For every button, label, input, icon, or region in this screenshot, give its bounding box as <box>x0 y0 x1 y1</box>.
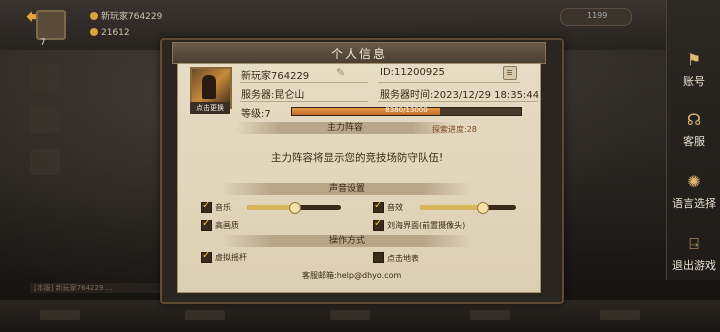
language-icon: ✺ <box>687 172 701 191</box>
divider <box>240 82 368 83</box>
sfx-slider[interactable] <box>420 202 516 214</box>
bottom-tab[interactable] <box>185 310 225 320</box>
music-slider-knob[interactable] <box>289 202 301 214</box>
player-id: ID:11200925 <box>380 67 445 78</box>
player-name: 新玩家764229 <box>241 71 310 82</box>
top-coins: 21612 <box>90 28 130 38</box>
bottom-tab[interactable] <box>470 310 510 320</box>
server-name: 服务器:昆仑山 <box>241 90 305 101</box>
edit-name-icon[interactable]: ✎ <box>336 66 354 79</box>
coin-icon <box>90 28 98 36</box>
account-button[interactable]: ⚑ 账号 <box>667 50 720 89</box>
customer-service-button[interactable]: ☊ 客服 <box>667 110 720 149</box>
divider <box>378 82 520 83</box>
xp-bar: 8380/13000 <box>291 106 522 116</box>
sfx-slider-fill <box>420 205 483 210</box>
bottom-tab[interactable] <box>600 310 640 320</box>
left-menu-item[interactable] <box>30 65 60 91</box>
lineup-message: 主力阵容将显示您的竞技场防守队伍! <box>271 152 444 164</box>
joystick-label: 虚拟摇杆 <box>215 253 247 262</box>
left-menu-item[interactable] <box>30 149 60 175</box>
dialog-title: 个人信息 <box>330 47 387 61</box>
explore-progress: 探索进度:28 <box>432 125 477 134</box>
left-menu-item[interactable] <box>30 107 60 133</box>
hd-checkbox[interactable] <box>201 218 212 231</box>
hd-label: 高画质 <box>215 221 239 230</box>
exit-icon: ⍈ <box>689 234 699 253</box>
top-resource-pill: 1199 <box>560 8 632 26</box>
sfx-label: 音效 <box>387 203 403 212</box>
notch-checkbox[interactable] <box>373 218 384 231</box>
change-avatar-button[interactable]: 点击更换 <box>190 102 230 114</box>
account-icon: ⚑ <box>686 50 702 69</box>
notch-label: 刘海界面(前置摄像头) <box>387 221 466 230</box>
dialog-header: 个人信息 <box>172 42 546 64</box>
bottom-tab[interactable] <box>40 310 80 320</box>
server-time: 服务器时间:2023/12/29 18:35:44 <box>380 90 540 101</box>
music-slider-fill <box>247 205 294 210</box>
music-checkbox[interactable] <box>201 200 212 213</box>
sfx-checkbox[interactable] <box>373 200 384 213</box>
joystick-checkbox[interactable] <box>201 250 212 263</box>
headset-icon: ☊ <box>686 110 702 129</box>
music-slider[interactable] <box>247 202 341 214</box>
language-button[interactable]: ✺ 语言选择 <box>667 172 720 211</box>
top-player-name: 新玩家764229 <box>90 9 162 22</box>
player-level: 等级:7 <box>241 109 271 120</box>
divider <box>240 101 368 102</box>
hero-figure-icon <box>202 75 216 99</box>
gem-icon <box>90 12 98 20</box>
sound-section-header: 声音设置 <box>222 183 472 195</box>
xp-text: 8380/13000 <box>385 106 428 114</box>
avatar[interactable] <box>36 10 66 40</box>
left-menu <box>30 65 60 191</box>
right-panel: ⚑ 账号 ☊ 客服 ✺ 语言选择 ⍈ 退出游戏 <box>666 0 720 280</box>
bottom-tab[interactable] <box>330 310 370 320</box>
music-label: 音乐 <box>215 203 231 212</box>
level-mini: 7 <box>40 38 46 48</box>
tap-ground-checkbox[interactable] <box>373 252 384 263</box>
control-section-header: 操作方式 <box>222 235 472 247</box>
tap-ground-label: 点击地表 <box>387 254 419 263</box>
lineup-section-header: 主力阵容 <box>235 122 455 134</box>
support-email: 客服邮箱:help@dhyo.com <box>302 271 402 280</box>
divider <box>378 101 538 102</box>
bottom-bar <box>0 300 720 332</box>
copy-id-icon[interactable] <box>503 66 517 80</box>
exit-game-button[interactable]: ⍈ 退出游戏 <box>667 234 720 273</box>
